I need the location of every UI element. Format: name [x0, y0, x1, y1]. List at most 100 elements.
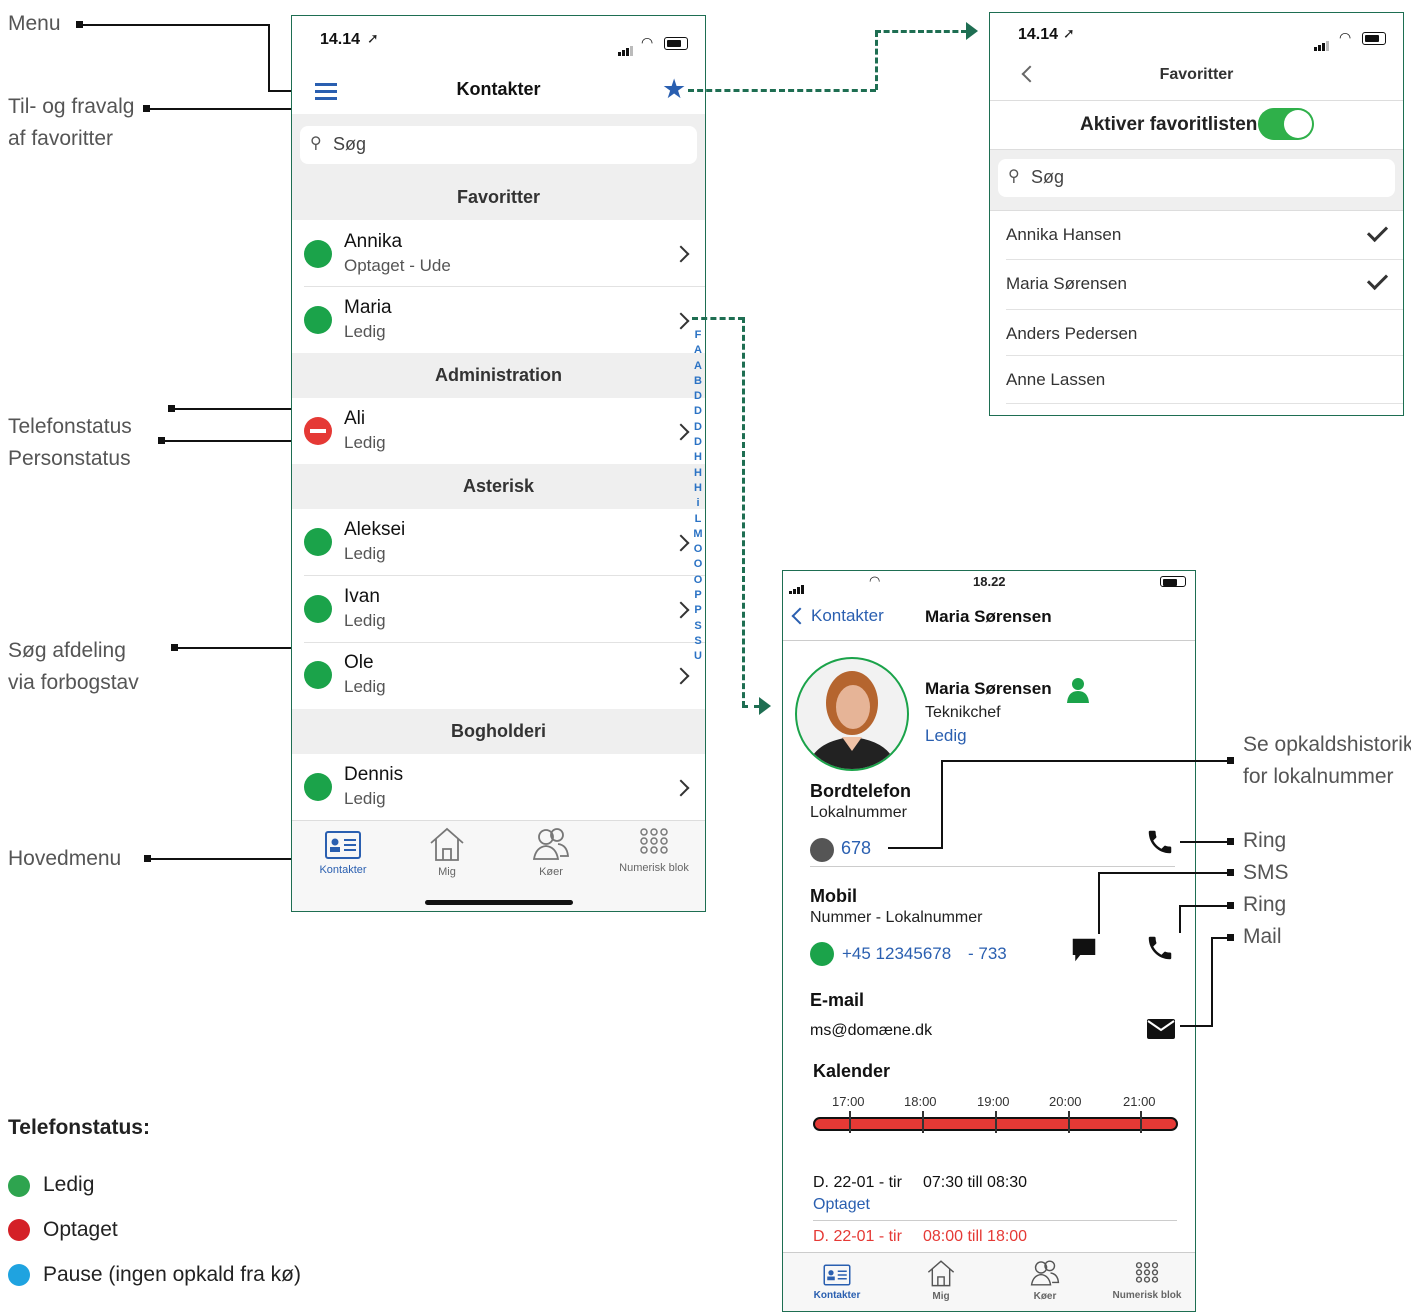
tab-kontakter[interactable]: Kontakter [302, 829, 384, 876]
tab-numerisk-blok[interactable]: Numerisk blok [1099, 1261, 1195, 1301]
calendar-entry-time: 07:30 till 08:30 [923, 1174, 1028, 1191]
tab-label: Mig [932, 1291, 950, 1302]
alphabet-letter[interactable]: D [691, 404, 705, 419]
alphabet-letter[interactable]: D [691, 420, 705, 435]
desk-phone-heading: Bordtelefon [810, 781, 911, 801]
contacts-card-icon [325, 831, 361, 859]
list-item[interactable]: Ali Ledig [292, 398, 705, 464]
tab-label: Køer [1033, 1291, 1057, 1302]
tab-kontakter[interactable]: Kontakter [797, 1263, 877, 1301]
arrow-head [759, 697, 771, 715]
alphabet-letter[interactable]: S [691, 619, 705, 634]
status-time: 18.22 [973, 574, 1006, 589]
desk-number[interactable]: 678 [841, 838, 871, 859]
callout-ring-1: Ring [1243, 829, 1287, 852]
search-placeholder: Søg [1031, 167, 1065, 187]
search-input[interactable]: ⚲ Søg [300, 126, 697, 164]
phone-call-icon[interactable] [1145, 933, 1175, 963]
alphabet-letter[interactable]: A [691, 343, 705, 358]
legend-label-ledig: Ledig [43, 1173, 95, 1196]
favorite-name: Anders Pedersen [1006, 324, 1138, 343]
alphabet-letter[interactable]: D [691, 435, 705, 450]
tab-bar: Kontakter Mig Køer Numerisk blok [292, 820, 705, 911]
list-item[interactable]: Anders Pedersen [990, 310, 1403, 358]
search-bar: ⚲ Søg [990, 150, 1403, 210]
callout-search-dept-2: via forbogstav [8, 671, 139, 694]
section-bogholderi: Bogholderi [292, 709, 705, 754]
tab-mig[interactable]: Mig [406, 825, 488, 878]
list-item[interactable]: Ole Ledig [292, 643, 705, 709]
alphabet-letter[interactable]: A [691, 359, 705, 374]
favorites-toggle[interactable] [1258, 108, 1314, 140]
list-item[interactable]: Dennis Ledig [292, 754, 705, 820]
section-favoritter: Favoritter [292, 174, 705, 220]
alphabet-letter[interactable]: U [691, 649, 705, 664]
checkmark-icon [1366, 220, 1389, 243]
chevron-right-icon [672, 312, 690, 330]
alphabet-letter[interactable]: S [691, 634, 705, 649]
phone-call-icon[interactable] [1145, 827, 1175, 857]
tab-label: Kontakter [813, 1290, 861, 1301]
alphabet-letter[interactable]: i [691, 496, 705, 511]
mobile-number[interactable]: +45 12345678 [842, 944, 951, 964]
tab-numerisk-blok[interactable]: Numerisk blok [608, 827, 700, 874]
contact-status: Ledig [344, 677, 386, 696]
list-item[interactable]: Anne Lassen [990, 356, 1403, 404]
email-heading: E-mail [810, 990, 865, 1010]
chevron-right-icon [672, 601, 690, 619]
list-item[interactable]: Maria Sørensen [990, 260, 1403, 309]
mail-icon[interactable] [1146, 1018, 1176, 1040]
tab-koer[interactable]: Køer [1005, 1258, 1085, 1302]
person-photo [807, 671, 897, 769]
calendar-entry-status: Optaget [813, 1196, 870, 1213]
mobile-heading: Mobil [810, 886, 857, 906]
battery-icon [1160, 576, 1186, 587]
busy-status-dot [304, 417, 332, 445]
list-item[interactable]: Ivan Ledig [292, 576, 705, 642]
legend-label-optaget: Optaget [43, 1218, 118, 1241]
alphabet-index[interactable]: FAABDDDDHHHiLMOOOPPSSU [691, 328, 705, 665]
sms-bubble-icon[interactable] [1069, 935, 1099, 965]
calendar-entry-date: D. 22-01 - tir [813, 1228, 902, 1245]
legend-label-pause: Pause (ingen opkald fra kø) [43, 1263, 301, 1286]
phone-favorites: 14.14 ➚ ◠ Favoritter Aktiver favoritlist… [989, 12, 1404, 416]
callout-sms: SMS [1243, 861, 1289, 884]
alphabet-letter[interactable]: H [691, 450, 705, 465]
contact-status: Ledig [344, 433, 386, 452]
mobile-status-dot [810, 942, 834, 966]
location-icon: ➚ [367, 30, 379, 46]
alphabet-letter[interactable]: P [691, 603, 705, 618]
tab-koer[interactable]: Køer [510, 825, 592, 878]
list-item[interactable]: Maria Ledig [292, 287, 705, 353]
callout-person-status: Personstatus [8, 447, 131, 470]
legend-title: Telefonstatus: [8, 1116, 150, 1139]
alphabet-letter[interactable]: L [691, 512, 705, 527]
tab-mig[interactable]: Mig [901, 1258, 981, 1302]
calendar-time-label: 18:00 [904, 1094, 937, 1109]
list-item[interactable]: Annika Hansen [990, 210, 1403, 260]
connector-dashed [875, 31, 878, 90]
alphabet-letter[interactable]: F [691, 328, 705, 343]
back-chevron-icon[interactable] [791, 607, 809, 625]
callout-favorites-1: Til- og fravalg [8, 95, 135, 118]
connector-dashed [742, 317, 745, 707]
list-item[interactable]: Aleksei Ledig [292, 509, 705, 575]
alphabet-letter[interactable]: H [691, 466, 705, 481]
list-item[interactable]: Annika Optaget - Ude [292, 220, 705, 286]
email-address[interactable]: ms@domæne.dk [810, 1022, 932, 1040]
alphabet-letter[interactable]: O [691, 557, 705, 572]
alphabet-letter[interactable]: M [691, 527, 705, 542]
page-title: Favoritter [1159, 66, 1234, 83]
search-input[interactable]: ⚲ Søg [998, 159, 1395, 197]
alphabet-letter[interactable]: O [691, 573, 705, 588]
alphabet-letter[interactable]: H [691, 481, 705, 496]
alphabet-letter[interactable]: O [691, 542, 705, 557]
alphabet-letter[interactable]: B [691, 374, 705, 389]
favorites-star-icon[interactable]: ★ [662, 74, 686, 105]
alphabet-letter[interactable]: P [691, 588, 705, 603]
status-time: 14.14 [320, 31, 361, 48]
callout-ring-2: Ring [1243, 893, 1287, 916]
home-icon [927, 1260, 955, 1287]
alphabet-letter[interactable]: D [691, 389, 705, 404]
back-button[interactable]: Kontakter [811, 606, 884, 626]
